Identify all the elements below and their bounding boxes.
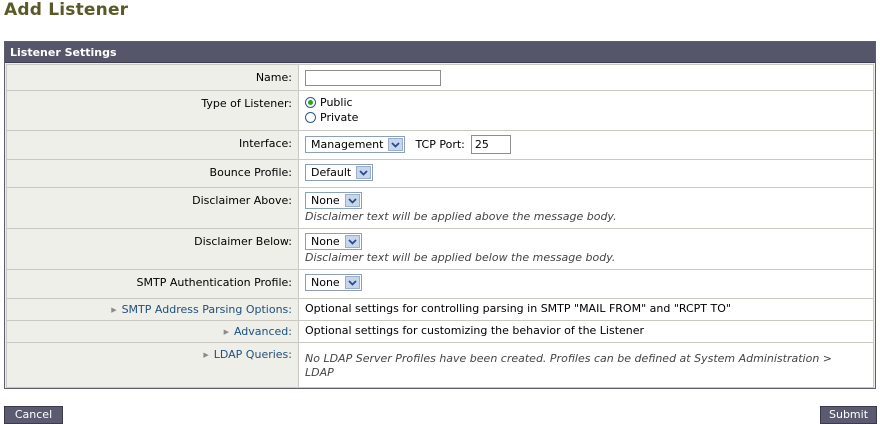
name-label: Name: [6, 64, 299, 91]
disclaimer-above-select[interactable]: None [305, 192, 362, 209]
radio-public-label: Public [320, 96, 353, 109]
row-type: Type of Listener: Public Private [6, 90, 874, 131]
bounce-select-value: Default [311, 166, 352, 179]
ldap-label-cell[interactable]: ▶ LDAP Queries: [6, 342, 299, 388]
tcp-port-label: TCP Port: [415, 138, 465, 151]
settings-table: Name: Type of Listener: Public Private I… [6, 64, 874, 388]
advanced-toggle[interactable]: Advanced: [234, 325, 292, 338]
radio-private[interactable] [305, 111, 316, 123]
row-interface: Interface: Management TCP Port: [6, 130, 874, 160]
disclaimer-above-select-value: None [311, 194, 340, 207]
row-advanced: ▶ Advanced: Optional settings for customi… [6, 320, 874, 343]
disclaimer-above-label: Disclaimer Above: [6, 187, 299, 229]
name-input[interactable] [305, 70, 441, 86]
radio-public-row[interactable]: Public [305, 95, 873, 110]
interface-label: Interface: [6, 130, 299, 160]
ldap-help: No LDAP Server Profiles have been create… [305, 352, 833, 379]
smtp-parsing-cell: Optional settings for controlling parsin… [298, 298, 874, 321]
chevron-down-icon [388, 138, 404, 151]
disclaimer-below-cell: None Disclaimer text will be applied bel… [298, 228, 874, 270]
ldap-cell: No LDAP Server Profiles have been create… [298, 342, 874, 388]
triangle-right-icon: ▶ [111, 306, 117, 314]
disclaimer-above-cell: None Disclaimer text will be applied abo… [298, 187, 874, 229]
row-disclaimer-above: Disclaimer Above: None Disclaimer text w… [6, 187, 874, 229]
smtp-parsing-text: Optional settings for controlling parsin… [305, 302, 731, 315]
type-label: Type of Listener: [6, 90, 299, 131]
smtp-auth-select-value: None [311, 276, 340, 289]
interface-select[interactable]: Management [305, 136, 406, 153]
disclaimer-below-help: Disclaimer text will be applied below th… [305, 251, 616, 264]
type-cell: Public Private [298, 90, 874, 131]
triangle-right-icon: ▶ [223, 328, 229, 336]
smtp-auth-select[interactable]: None [305, 274, 362, 291]
chevron-down-icon [344, 276, 360, 289]
bounce-select[interactable]: Default [305, 164, 374, 181]
submit-button[interactable]: Submit [820, 406, 877, 424]
chevron-down-icon [344, 235, 360, 248]
listener-settings-panel: Listener Settings Name: Type of Listener… [4, 41, 876, 389]
panel-header: Listener Settings [5, 42, 875, 63]
smtp-parsing-toggle[interactable]: SMTP Address Parsing Options: [122, 303, 292, 316]
disclaimer-above-help: Disclaimer text will be applied above th… [305, 210, 617, 223]
advanced-label-cell[interactable]: ▶ Advanced: [6, 320, 299, 343]
row-smtp-parsing: ▶ SMTP Address Parsing Options: Optional … [6, 298, 874, 321]
smtp-parsing-label-cell[interactable]: ▶ SMTP Address Parsing Options: [6, 298, 299, 321]
interface-select-value: Management [311, 138, 384, 151]
row-ldap: ▶ LDAP Queries: No LDAP Server Profiles h… [6, 342, 874, 388]
smtp-auth-cell: None [298, 269, 874, 299]
name-cell [298, 64, 874, 91]
chevron-down-icon [344, 194, 360, 207]
interface-cell: Management TCP Port: [298, 130, 874, 160]
tcp-port-input[interactable] [470, 135, 511, 154]
row-bounce: Bounce Profile: Default [6, 159, 874, 188]
radio-private-row[interactable]: Private [305, 110, 873, 125]
disclaimer-below-label: Disclaimer Below: [6, 228, 299, 270]
row-smtp-auth: SMTP Authentication Profile: None [6, 269, 874, 299]
ldap-toggle[interactable]: LDAP Queries: [214, 348, 292, 361]
radio-public[interactable] [305, 96, 316, 108]
smtp-auth-label: SMTP Authentication Profile: [6, 269, 299, 299]
advanced-cell: Optional settings for customizing the be… [298, 320, 874, 343]
row-name: Name: [6, 64, 874, 91]
disclaimer-below-select-value: None [311, 235, 340, 248]
advanced-text: Optional settings for customizing the be… [305, 324, 645, 337]
row-disclaimer-below: Disclaimer Below: None Disclaimer text w… [6, 228, 874, 270]
triangle-right-icon: ▶ [203, 351, 209, 359]
radio-private-label: Private [320, 111, 359, 124]
disclaimer-below-select[interactable]: None [305, 233, 362, 250]
page-title: Add Listener [4, 0, 129, 20]
chevron-down-icon [356, 166, 372, 179]
bounce-cell: Default [298, 159, 874, 188]
bounce-label: Bounce Profile: [6, 159, 299, 188]
cancel-button[interactable]: Cancel [4, 406, 63, 424]
